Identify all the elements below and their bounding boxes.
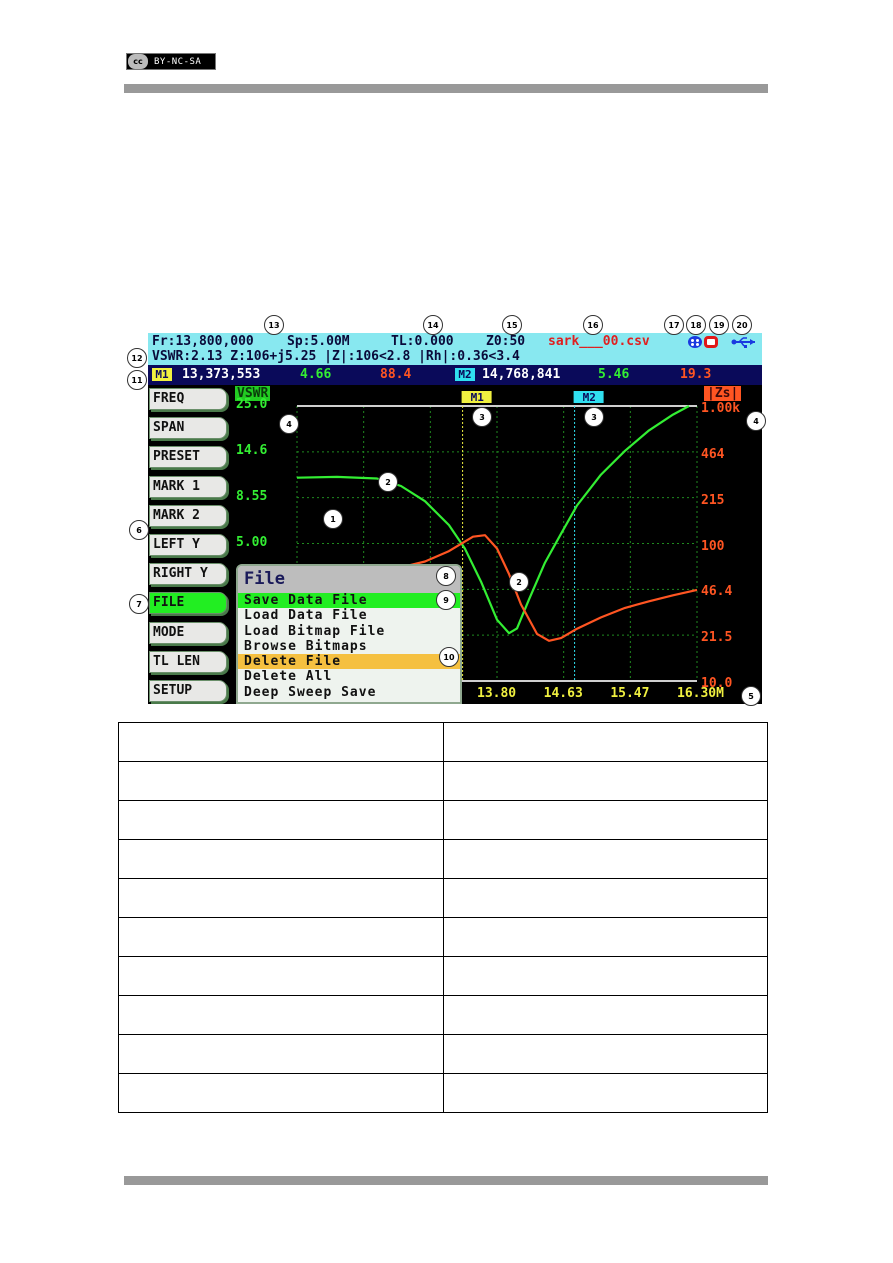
- left-axis-tick: 25.0: [236, 397, 268, 412]
- table-cell: [443, 956, 768, 996]
- table-cell: [443, 722, 768, 762]
- table-cell: [443, 1073, 768, 1113]
- callout-3: 3: [472, 407, 492, 427]
- right-axis-tick: 464: [701, 446, 725, 462]
- callout-4: 4: [746, 411, 766, 431]
- table-cell: [118, 878, 444, 918]
- callout-7: 7: [129, 594, 149, 614]
- left-axis-tick: 8.55: [236, 488, 268, 504]
- table-row: [118, 761, 768, 801]
- table-cell: [443, 995, 768, 1035]
- table-cell: [118, 956, 444, 996]
- table-cell: [443, 839, 768, 879]
- marker-flag-label: M2: [583, 391, 596, 404]
- callout-11: 11: [127, 370, 147, 390]
- x-axis-tick: 14.63: [543, 686, 583, 701]
- menu-item-delete-all[interactable]: Delete All: [238, 669, 460, 684]
- menu-item-delete-file[interactable]: Delete File: [238, 654, 460, 670]
- callout-16: 16: [583, 315, 603, 335]
- table-cell: [118, 1073, 444, 1113]
- left-axis-tick: 5.00: [236, 534, 268, 550]
- x-axis-tick: 13.80: [477, 686, 517, 701]
- x-axis-tick: 15.47: [610, 686, 650, 701]
- callout-4: 4: [279, 414, 299, 434]
- creative-commons-icon: cc: [128, 54, 148, 69]
- callout-2: 2: [378, 472, 398, 492]
- table-cell: [443, 1034, 768, 1074]
- table-row: [118, 1034, 768, 1074]
- table-cell: [118, 722, 444, 762]
- menu-item-deep-sweep-save[interactable]: Deep Sweep Save: [238, 685, 460, 700]
- table-cell: [118, 917, 444, 957]
- callout-18: 18: [686, 315, 706, 335]
- callout-9: 9: [436, 590, 456, 610]
- callout-6: 6: [129, 520, 149, 540]
- menu-item-load-data-file[interactable]: Load Data File: [238, 608, 460, 623]
- menu-item-browse-bitmaps[interactable]: Browse Bitmaps: [238, 639, 460, 654]
- table-row: [118, 917, 768, 957]
- table-cell: [118, 1034, 444, 1074]
- header-rule: [124, 84, 768, 93]
- right-axis-tick: 46.4: [701, 584, 733, 600]
- callout-1: 1: [323, 509, 343, 529]
- callout-17: 17: [664, 315, 684, 335]
- table-row: [118, 878, 768, 918]
- callout-13: 13: [264, 315, 284, 335]
- callout-14: 14: [423, 315, 443, 335]
- callout-19: 19: [709, 315, 729, 335]
- file-menu-title: File: [238, 566, 460, 593]
- table-cell: [118, 761, 444, 801]
- menu-item-save-data-file[interactable]: Save Data File: [238, 593, 460, 609]
- callout-3: 3: [584, 407, 604, 427]
- x-axis-tick: 16.30M: [677, 686, 724, 701]
- file-menu: File Save Data File Load Data File Load Bi…: [236, 564, 462, 704]
- footer-rule: [124, 1176, 768, 1185]
- table-row: [118, 839, 768, 879]
- right-axis-tick: 1.00k: [701, 401, 741, 416]
- right-axis-tick: 21.5: [701, 630, 733, 646]
- callout-12: 12: [127, 348, 147, 368]
- table-cell: [118, 800, 444, 840]
- license-badge: cc BY-NC-SA: [126, 53, 216, 70]
- description-table: [118, 722, 768, 1113]
- license-label: BY-NC-SA: [154, 56, 202, 67]
- table-row: [118, 956, 768, 996]
- table-cell: [118, 995, 444, 1035]
- table-cell: [443, 761, 768, 801]
- table-cell: [118, 839, 444, 879]
- marker-flag-label: M1: [471, 391, 485, 404]
- callout-5: 5: [741, 686, 761, 706]
- callout-2: 2: [509, 572, 529, 592]
- table-row: [118, 995, 768, 1035]
- table-cell: [443, 878, 768, 918]
- table-row: [118, 722, 768, 762]
- left-axis-tick: 14.6: [236, 442, 268, 458]
- menu-item-load-bitmap-file[interactable]: Load Bitmap File: [238, 624, 460, 639]
- callout-20: 20: [732, 315, 752, 335]
- table-cell: [443, 800, 768, 840]
- right-axis-tick: 215: [701, 492, 725, 508]
- table-row: [118, 800, 768, 840]
- callout-8: 8: [436, 566, 456, 586]
- callout-15: 15: [502, 315, 522, 335]
- table-cell: [443, 917, 768, 957]
- callout-10: 10: [439, 647, 459, 667]
- right-axis-tick: 100: [701, 538, 725, 554]
- table-row: [118, 1073, 768, 1113]
